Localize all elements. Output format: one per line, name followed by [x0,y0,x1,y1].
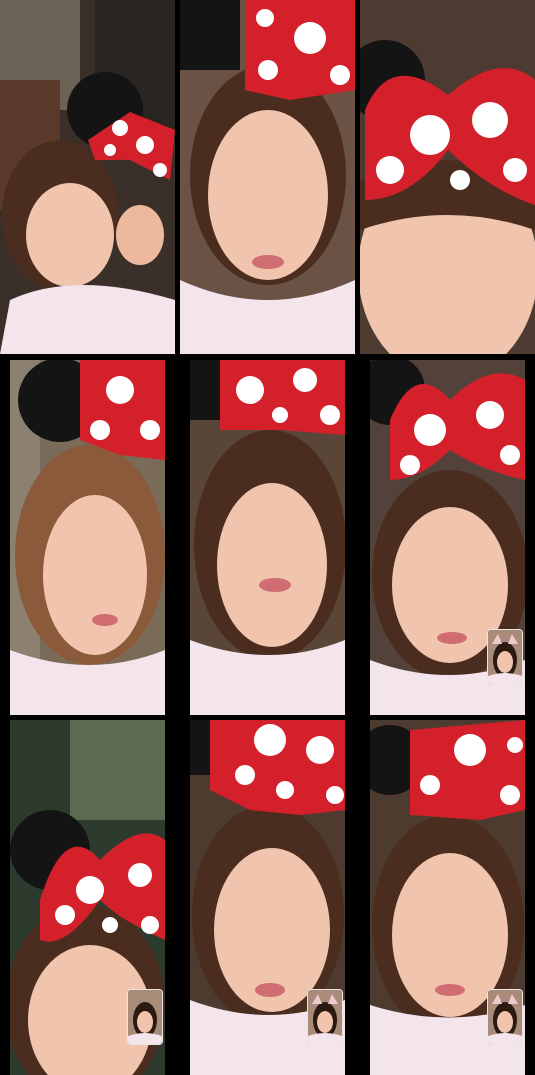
video-frame-6 [370,360,525,715]
video-frame-2 [180,0,355,354]
video-frame-3 [360,0,535,354]
pip-thumbnail [487,629,523,685]
pip-thumbnail [307,989,343,1045]
video-frame-5 [190,360,345,715]
pip-thumbnail [127,989,163,1045]
video-frame-9 [370,720,525,1075]
video-frame-8 [190,720,345,1075]
video-frame-1 [0,0,175,354]
video-frame-4 [10,360,165,715]
video-frame-7 [10,720,165,1075]
pip-thumbnail [487,989,523,1045]
